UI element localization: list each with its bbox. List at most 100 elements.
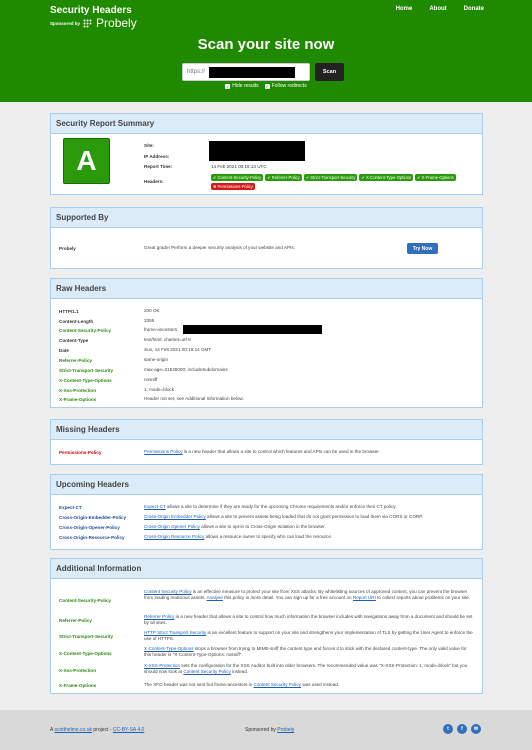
add-text-xcto: X-Content-Type-Options stops a browser f…	[144, 646, 474, 658]
site-label: Site:	[144, 143, 154, 148]
upcoming-header-key: Expect-CT	[59, 505, 82, 510]
analyse-link[interactable]: Analyse	[207, 595, 223, 600]
add-key-xcto: X-Content-Type-Options	[59, 651, 112, 656]
try-now-button[interactable]: Try Now	[407, 243, 438, 254]
additional-info-panel: Additional Information Content-Security-…	[50, 558, 483, 694]
header-banner: Security Headers Sponsored by Probely Ho…	[0, 0, 532, 102]
upcoming-header-desc: Cross-Origin Embedder Policy allows a si…	[144, 514, 423, 520]
header-badges: ✔ Content-Security-Policy ✔ Referrer-Polic…	[211, 174, 471, 190]
facebook-icon[interactable]: f	[457, 724, 467, 734]
referrer-policy-link[interactable]: Referrer Policy	[144, 614, 174, 619]
report-uri-link[interactable]: Report URI	[353, 595, 376, 600]
hide-results-label: Hide results	[232, 83, 259, 89]
missing-key: Permissions-Policy	[59, 450, 102, 455]
hide-results-option[interactable]: ✓ Hide results	[225, 83, 259, 89]
raw-header-value: Header not set, see Additional Informati…	[144, 396, 244, 401]
raw-header-value: frame-ancestors	[144, 327, 178, 332]
supported-panel: Supported By Probely Great grade! Perfor…	[50, 207, 483, 269]
raw-header-value: max-age=31536000; includeSubdomains	[144, 367, 228, 372]
badge-csp[interactable]: ✔ Content-Security-Policy	[211, 174, 264, 181]
upcoming-header-link[interactable]: Expect-CT	[144, 504, 166, 509]
xxss-link[interactable]: X-XSS-Protection	[144, 663, 180, 668]
badge-xcto[interactable]: ✔ X-Content-Type-Options	[359, 174, 414, 181]
missing-headers-heading: Missing Headers	[51, 420, 482, 440]
license-link[interactable]: CC-BY-SA 4.0	[113, 727, 145, 733]
xxss-desc-2: instead.	[230, 669, 249, 674]
report-time-label: Report Time:	[144, 164, 173, 169]
permissions-policy-link[interactable]: Permissions Policy	[144, 449, 183, 454]
follow-redirects-checkbox[interactable]: ✓	[264, 83, 270, 89]
upcoming-headers-panel: Upcoming Headers Expect-CT Expect-CT allo…	[50, 474, 483, 550]
add-text-sts: HTTP Strict Transport Security is an exc…	[144, 630, 474, 642]
upcoming-header-desc: Expect-CT allows a site to determine if …	[144, 504, 397, 510]
scan-options: ✓ Hide results ✓ Follow redirects	[0, 83, 532, 89]
author-link[interactable]: scotthelme.co.uk	[54, 727, 92, 733]
upcoming-headers-heading: Upcoming Headers	[51, 475, 482, 495]
raw-header-value: text/html; charset=utf-8	[144, 337, 191, 342]
check-icon: ✔	[305, 175, 310, 180]
grade-badge: A	[63, 138, 110, 184]
site-title[interactable]: Security Headers	[50, 5, 137, 16]
badge-label: Permissions-Policy	[217, 184, 253, 189]
hsts-link[interactable]: HTTP Strict Transport Security	[144, 630, 206, 635]
upcoming-header-desc: Cross-Origin Resource Policy allows a re…	[144, 534, 332, 540]
redacted-url	[209, 67, 295, 78]
add-text-csp: Content Security Policy is an effective …	[144, 589, 474, 601]
sponsored-by-label: Sponsored by	[50, 20, 81, 26]
footer-project: project -	[91, 727, 113, 733]
report-time-value: 14 Feb 2021 00:16:14 UTC	[211, 164, 267, 169]
probely-logo[interactable]: Probely	[83, 17, 137, 29]
footer-sponsored-label: Sponsored by	[245, 727, 278, 733]
additional-info-heading: Additional Information	[51, 559, 482, 579]
nav-home[interactable]: Home	[396, 6, 413, 12]
add-text-referrer: Referrer Policy is a new header that all…	[144, 614, 474, 626]
badge-label: Referrer-Policy	[271, 175, 300, 180]
follow-redirects-label: Follow redirects	[271, 83, 307, 89]
summary-heading: Security Report Summary	[51, 114, 482, 134]
upcoming-header-link[interactable]: Cross-Origin Embedder Policy	[144, 514, 206, 519]
check-icon: ✔	[361, 175, 365, 180]
supporter-name: Probely	[59, 246, 76, 251]
raw-header-value: Sun, 14 Feb 2021 00:16:14 GMT	[144, 347, 212, 352]
url-input-prefix: https://	[187, 69, 206, 75]
badge-label: X-Frame-Options	[421, 175, 454, 180]
badge-sts[interactable]: ✔ Strict-Transport-Security	[303, 174, 358, 181]
twitter-icon[interactable]: t	[443, 724, 453, 734]
follow-redirects-option[interactable]: ✓ Follow redirects	[264, 83, 307, 89]
add-text-xxss: X-XSS-Protection sets the configuration …	[144, 663, 474, 675]
raw-header-key: Date	[59, 348, 69, 353]
scan-button[interactable]: Scan	[315, 63, 344, 81]
raw-header-key: Referrer-Policy	[59, 358, 92, 363]
referrer-desc: is a new header that allows a site to co…	[144, 614, 473, 625]
brand[interactable]: Security Headers Sponsored by Probely	[50, 5, 137, 29]
email-icon[interactable]: ✉	[471, 724, 481, 734]
raw-header-value: 200 OK	[144, 308, 160, 313]
upcoming-header-link[interactable]: Cross-Origin Resource Policy	[144, 534, 204, 539]
xcto-link[interactable]: X-Content-Type-Options	[144, 646, 194, 651]
upcoming-header-key: Cross-Origin-Resource-Policy	[59, 535, 125, 540]
nav-donate[interactable]: Donate	[464, 6, 484, 12]
xfo-csp-link[interactable]: Content Security Policy	[254, 682, 302, 687]
nav-about[interactable]: About	[429, 6, 446, 12]
sponsor-link[interactable]: Probely	[277, 727, 294, 733]
csp-desc-2: this policy in more detail. You can sign…	[222, 595, 353, 600]
xfo-desc-1: The XFO header was not sent but frame-an…	[144, 682, 254, 687]
badge-permissions[interactable]: ✖ Permissions-Policy	[211, 183, 255, 190]
raw-header-key: Content-Security-Policy	[59, 328, 112, 333]
raw-header-value: same-origin	[144, 357, 168, 362]
badge-xfo[interactable]: ✔ X-Frame-Options	[415, 174, 456, 181]
raw-headers-heading: Raw Headers	[51, 279, 482, 299]
probely-wordmark: Probely	[96, 16, 137, 30]
url-input[interactable]: https://	[182, 63, 310, 81]
badge-referrer[interactable]: ✔ Referrer-Policy	[265, 174, 302, 181]
csp-link[interactable]: Content Security Policy	[144, 589, 192, 594]
raw-header-key: Strict-Transport-Security	[59, 368, 114, 373]
add-key-xxss: X-Xss-Protection	[59, 668, 97, 673]
raw-header-key: HTTP/1.1	[59, 309, 79, 314]
footer-credit: A scotthelme.co.uk project - CC-BY-SA 4.…	[50, 727, 144, 733]
upcoming-header-link[interactable]: Cross-Origin Opener Policy	[144, 524, 200, 529]
hide-results-checkbox[interactable]: ✓	[225, 83, 231, 89]
xxss-csp-link[interactable]: Content Security Policy	[183, 669, 231, 674]
badge-label: Content-Security-Policy	[217, 175, 262, 180]
upcoming-header-text: allows a site to determine if they are r…	[165, 504, 397, 509]
